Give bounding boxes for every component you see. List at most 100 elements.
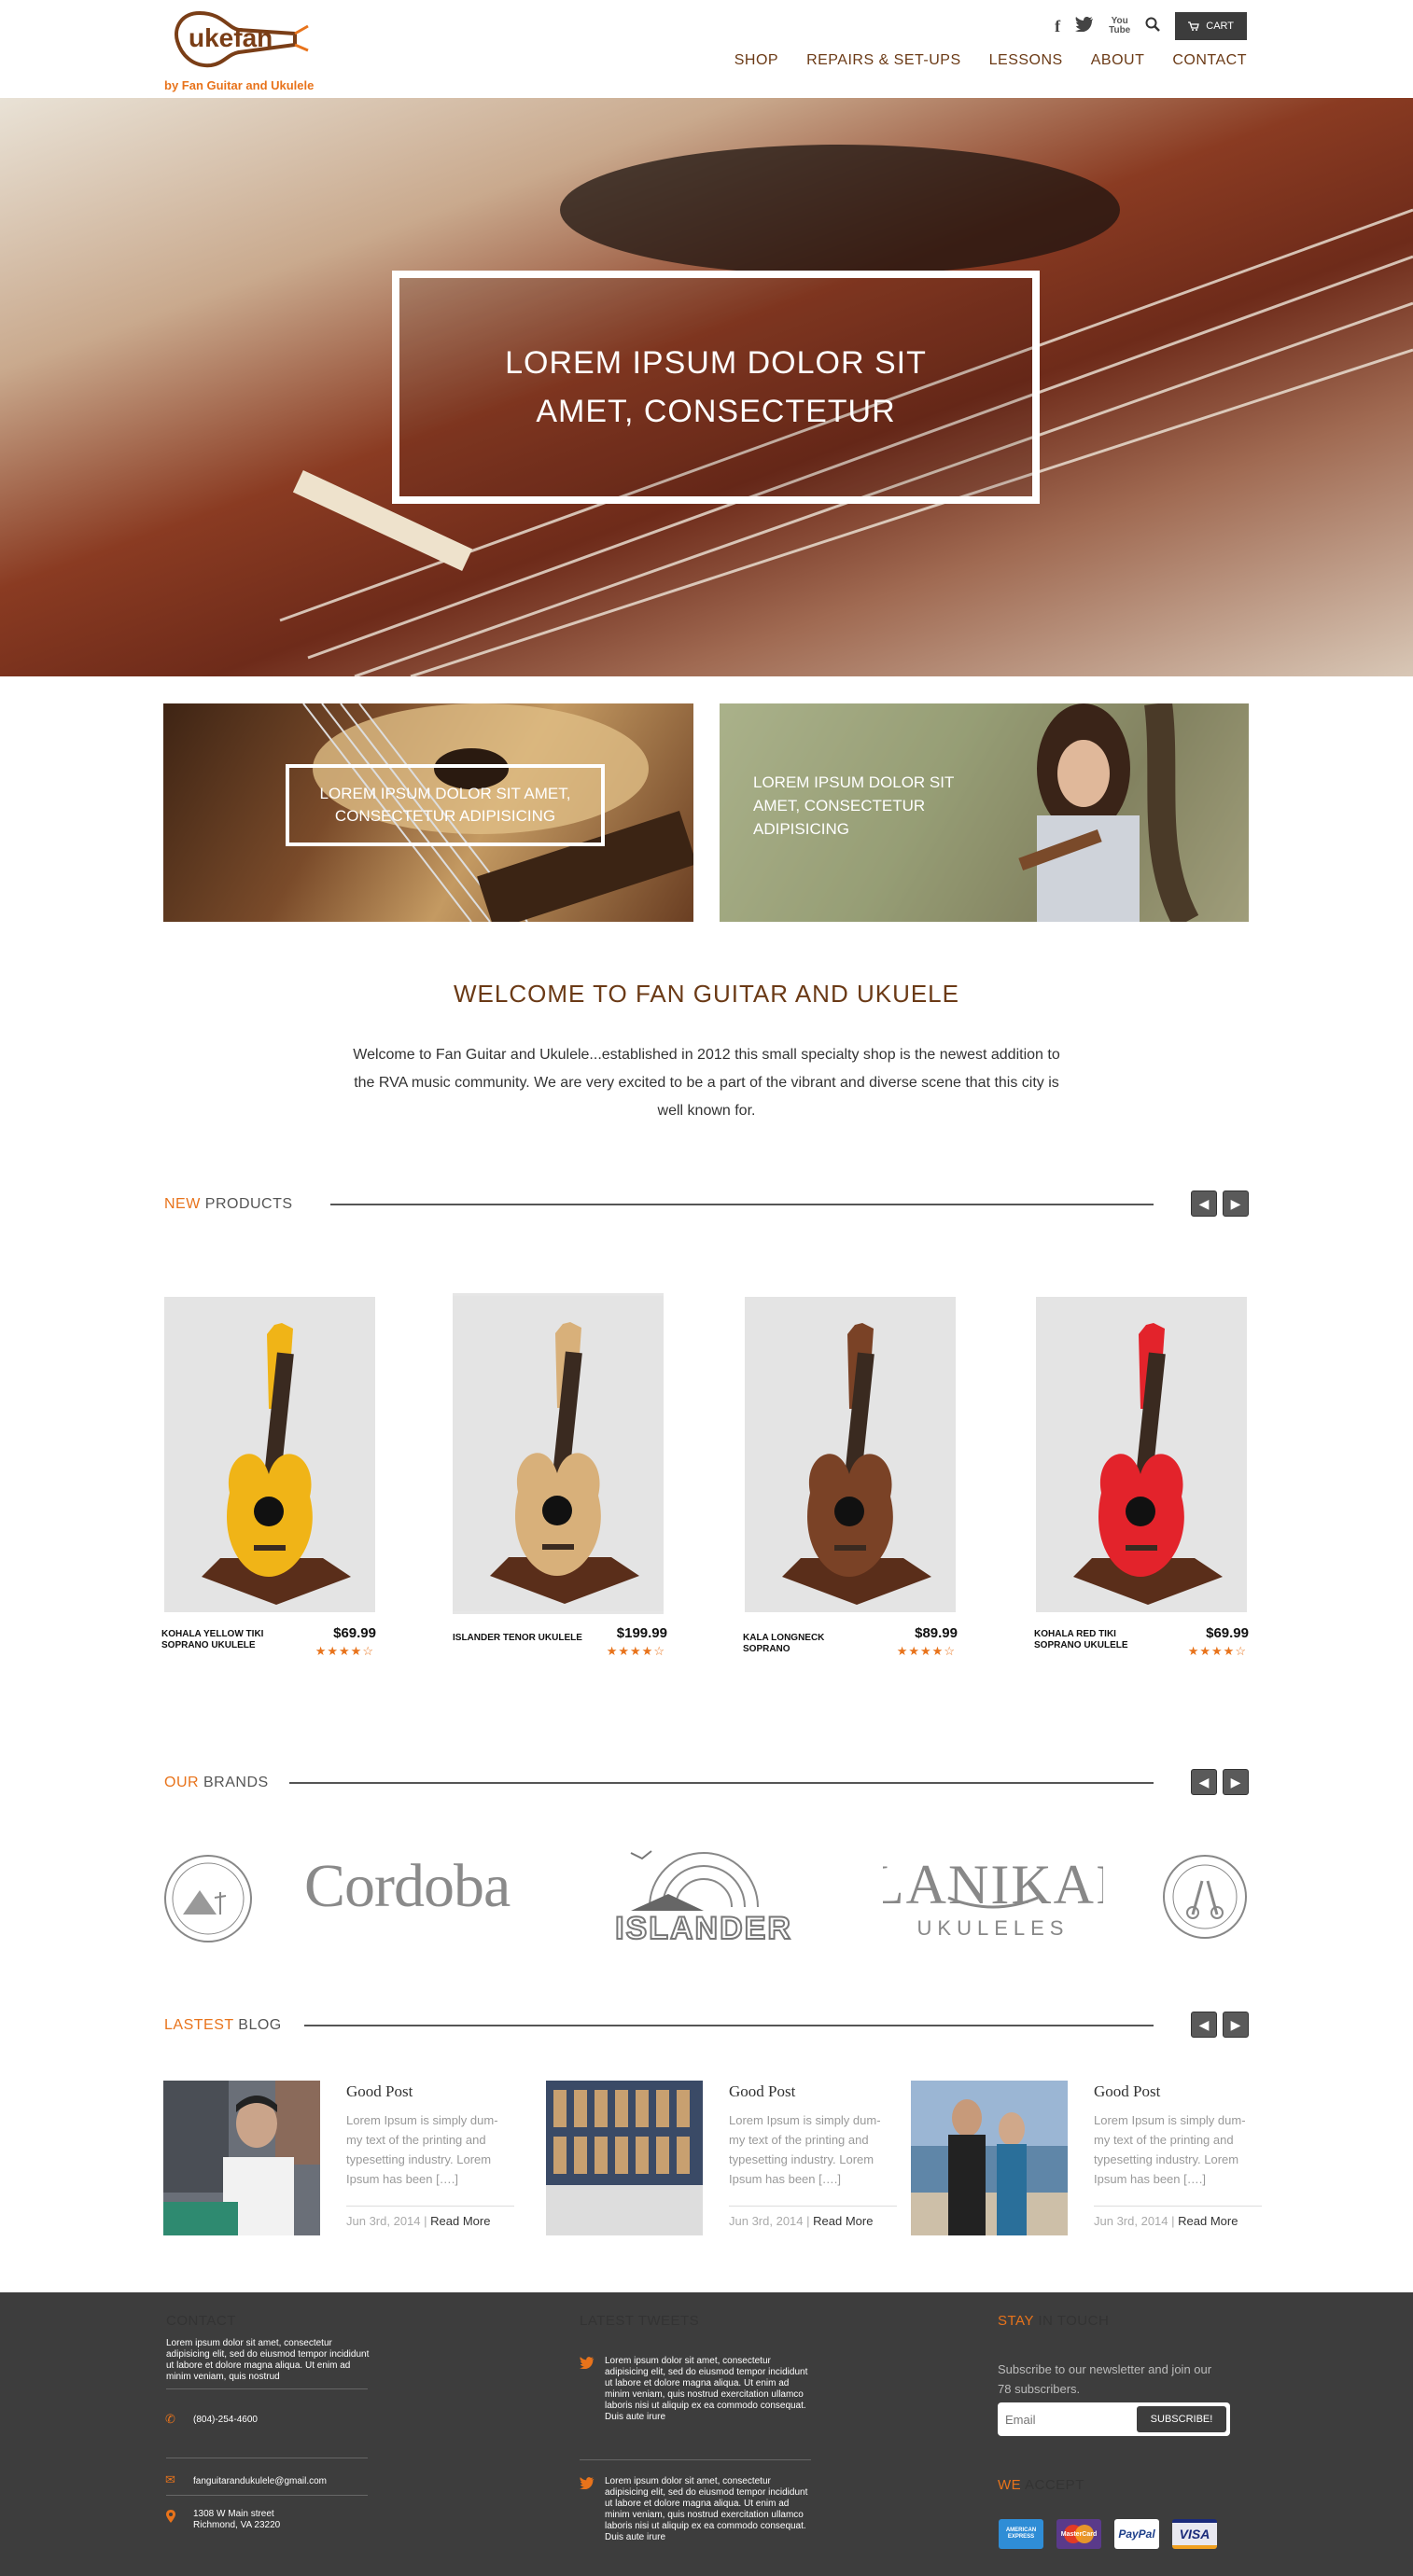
rating-stars: ★★★★☆ — [896, 1644, 956, 1658]
svg-text:UKULELES: UKULELES — [917, 1916, 1070, 1940]
rating-stars: ★★★★☆ — [1187, 1644, 1247, 1658]
product-image[interactable] — [453, 1293, 664, 1614]
svg-text:ukefan: ukefan — [189, 23, 273, 52]
product-image[interactable] — [164, 1297, 375, 1612]
promo-banner-2[interactable]: LOREM IPSUM DOLOR SIT AMET, CONSECTETUR … — [720, 703, 1249, 922]
footer-tweets-title: LATEST TWEETS — [580, 2313, 700, 2329]
amex-card-icon: AMERICAN EXPRESS — [999, 2519, 1043, 2549]
new-products-title: NEW PRODUCTS — [164, 1196, 293, 1213]
blog-post: Good Post Lorem Ipsum is simply dum-my t… — [163, 2081, 518, 2239]
ukulele-image — [745, 1297, 956, 1612]
next-arrow-icon[interactable]: ▶ — [1223, 1191, 1249, 1217]
footer-phone: (804)-254-4600 — [193, 2415, 258, 2425]
divider — [304, 2025, 1154, 2026]
blog-post-date: Jun 3rd, 2014 — [346, 2214, 421, 2228]
twitter-icon[interactable] — [1075, 13, 1094, 39]
product-price: $199.99 — [616, 1625, 667, 1641]
paypal-card-icon: PayPal — [1114, 2519, 1159, 2549]
blog-post-title[interactable]: Good Post — [729, 2082, 795, 2101]
brand-logo-islander[interactable]: ISLANDER — [594, 1842, 814, 1949]
nav-lessons[interactable]: LESSONS — [989, 52, 1063, 69]
nav-about[interactable]: ABOUT — [1091, 52, 1145, 69]
next-arrow-icon[interactable]: ▶ — [1223, 2012, 1249, 2038]
footer-stay-title: STAY IN TOUCH — [998, 2313, 1109, 2329]
top-utility-bar: f You Tube CART — [1055, 12, 1247, 40]
next-arrow-icon[interactable]: ▶ — [1223, 1769, 1249, 1795]
search-icon[interactable] — [1145, 13, 1161, 39]
nav-shop[interactable]: SHOP — [734, 52, 778, 69]
brand-logo-cordoba[interactable]: Cordoba — [304, 1851, 511, 1922]
page: ukefan by Fan Guitar and Ukulele f You Tu… — [0, 0, 1413, 2576]
blog-post-meta: Jun 3rd, 2014 | Read More — [346, 2206, 514, 2228]
blog-post: Good Post Lorem Ipsum is simply dum-my t… — [911, 2081, 1266, 2239]
product-price: $89.99 — [915, 1625, 958, 1641]
site-header: ukefan by Fan Guitar and Ukulele f You Tu… — [0, 0, 1413, 98]
youtube-tube: Tube — [1109, 25, 1131, 35]
read-more-link[interactable]: Read More — [813, 2214, 873, 2228]
brand-logo-seal-2[interactable] — [1161, 1853, 1249, 1945]
divider — [166, 2388, 368, 2389]
brands-title-accent: OUR — [164, 1775, 200, 1790]
product-image[interactable] — [745, 1297, 956, 1612]
blog-title: LASTEST BLOG — [164, 2017, 282, 2034]
promo-1-text: LOREM IPSUM DOLOR SIT AMET, CONSECTETUR … — [319, 785, 571, 825]
youtube-icon[interactable]: You Tube — [1109, 17, 1130, 35]
blog-post-date: Jun 3rd, 2014 — [1094, 2214, 1168, 2228]
brands-title: OUR BRANDS — [164, 1775, 269, 1791]
blog-title-accent: LASTEST — [164, 2017, 234, 2033]
product-price: $69.99 — [1206, 1625, 1249, 1641]
product-name[interactable]: KOHALA RED TIKI SOPRANO UKULELE — [1034, 1629, 1165, 1651]
blog-post-excerpt: Lorem Ipsum is simply dum-my text of the… — [1094, 2113, 1246, 2186]
blog-post-title[interactable]: Good Post — [1094, 2082, 1160, 2101]
nav-repairs[interactable]: REPAIRS & SET-UPS — [806, 52, 961, 69]
blog-post-image[interactable] — [546, 2081, 703, 2235]
rating-stars: ★★★★☆ — [315, 1644, 374, 1658]
promo-banner-1[interactable]: LOREM IPSUM DOLOR SIT AMET, CONSECTETUR … — [163, 703, 693, 922]
divider — [330, 1204, 1154, 1205]
footer-address-line-1: 1308 W Main street — [193, 2509, 274, 2519]
read-more-link[interactable]: Read More — [430, 2214, 490, 2228]
stay-title-rest: IN TOUCH — [1033, 2313, 1110, 2329]
tweet-text: Lorem ipsum dolor sit amet, consectetur … — [605, 2356, 808, 2422]
blog-title-rest: BLOG — [233, 2017, 282, 2033]
read-more-link[interactable]: Read More — [1178, 2214, 1238, 2228]
facebook-icon[interactable]: f — [1055, 13, 1060, 39]
hero-headline-box: LOREM IPSUM DOLOR SIT AMET, CONSECTETUR — [392, 271, 1040, 504]
prev-arrow-icon[interactable]: ◀ — [1191, 2012, 1217, 2038]
prev-arrow-icon[interactable]: ◀ — [1191, 1191, 1217, 1217]
hero-banner[interactable]: LOREM IPSUM DOLOR SIT AMET, CONSECTETUR — [0, 98, 1413, 676]
accept-title-rest: ACCEPT — [1021, 2477, 1084, 2493]
brand-logo-lanikai[interactable]: LANIKAI UKULELES — [870, 1849, 1114, 1947]
brand-carousel-arrows: ◀ ▶ — [1191, 1769, 1249, 1795]
product-name[interactable]: KALA LONGNECK SOPRANO — [743, 1633, 874, 1655]
newsletter-email-input[interactable] — [1005, 2408, 1126, 2430]
cart-label: CART — [1206, 21, 1234, 32]
prev-arrow-icon[interactable]: ◀ — [1191, 1769, 1217, 1795]
map-pin-icon — [166, 2510, 175, 2526]
product-name[interactable]: ISLANDER TENOR UKULELE — [453, 1633, 583, 1644]
footer-email[interactable]: fanguitarandukulele@gmail.com — [193, 2476, 327, 2487]
blog-post-image[interactable] — [911, 2081, 1068, 2235]
logo-tagline: by Fan Guitar and Ukulele — [164, 78, 315, 92]
new-products-title-accent: NEW — [164, 1196, 201, 1212]
logo[interactable]: ukefan by Fan Guitar and Ukulele — [164, 6, 323, 93]
product-name[interactable]: KOHALA YELLOW TIKI SOPRANO UKULELE — [161, 1629, 292, 1651]
cart-button[interactable]: CART — [1175, 12, 1247, 40]
footer-contact-title: CONTACT — [166, 2313, 236, 2329]
product-image[interactable] — [1036, 1297, 1247, 1612]
divider — [166, 2495, 368, 2496]
phone-icon: ✆ — [165, 2412, 175, 2426]
blog-post-title[interactable]: Good Post — [346, 2082, 413, 2101]
tweet-text: Lorem ipsum dolor sit amet, consectetur … — [605, 2476, 808, 2542]
footer-accept-title: WE ACCEPT — [998, 2477, 1084, 2493]
subscribe-button[interactable]: SUBSCRIBE! — [1137, 2406, 1226, 2432]
blog-post: Good Post Lorem Ipsum is simply dum-my t… — [546, 2081, 901, 2239]
nav-contact[interactable]: CONTACT — [1172, 52, 1247, 69]
new-products-header: NEW PRODUCTS ◀ ▶ — [164, 1191, 1249, 1218]
blog-header: LASTEST BLOG ◀ ▶ — [164, 2012, 1249, 2040]
blog-post-meta: Jun 3rd, 2014 | Read More — [1094, 2206, 1262, 2228]
brand-logo-seal-1[interactable] — [162, 1853, 254, 1949]
blog-post-image[interactable] — [163, 2081, 320, 2235]
twitter-icon — [580, 2357, 595, 2372]
email-icon: ✉ — [165, 2472, 175, 2486]
